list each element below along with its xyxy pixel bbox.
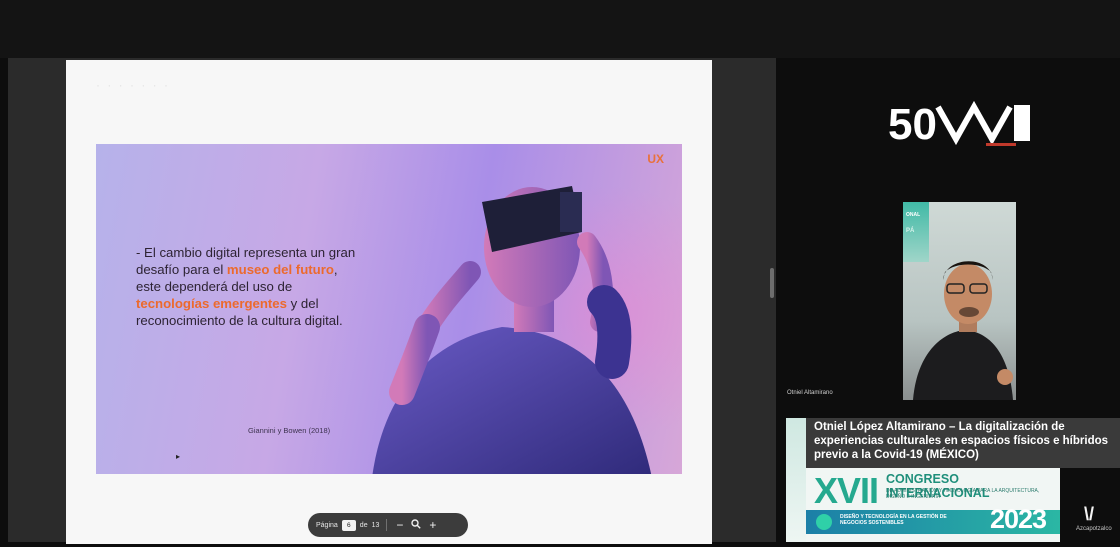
azc-text: Azcapotzalco bbox=[1076, 526, 1112, 532]
top-bar bbox=[0, 0, 1120, 58]
screen: · · · · · · · UX - El cambio digital rep… bbox=[0, 0, 1120, 547]
page-total: 13 bbox=[371, 521, 380, 529]
highlight-tecnologias: tecnologías emergentes bbox=[136, 296, 287, 311]
zoom-icon[interactable] bbox=[409, 519, 423, 531]
page-of-label: de bbox=[359, 521, 368, 529]
zoom-out-button[interactable]: − bbox=[394, 519, 405, 531]
congreso-subtitle: DE ADMINISTRACIÓN Y TECNOLOGÍA PARA LA A… bbox=[886, 488, 1040, 500]
highlight-museo: museo del futuro bbox=[226, 262, 334, 277]
citation: Giannini y Bowen (2018) bbox=[248, 426, 331, 435]
congreso-banner: XVII CONGRESO INTERNACIONAL DE ADMINISTR… bbox=[806, 468, 1060, 542]
azc-mark: \/ bbox=[1084, 504, 1095, 524]
participant-video[interactable]: ONAL PÁ bbox=[903, 202, 1016, 400]
search-icon bbox=[411, 519, 422, 529]
logo-50-text: 50 bbox=[888, 100, 937, 149]
mouse-cursor-icon: ▸ bbox=[176, 452, 181, 461]
congreso-year: 2023 bbox=[990, 504, 1047, 534]
congreso-roman-number: XVII bbox=[814, 470, 879, 511]
congreso-circle-icon bbox=[816, 514, 832, 530]
slide-body-text: - El cambio digital representa un gran d… bbox=[136, 244, 364, 329]
zoom-in-button[interactable]: + bbox=[427, 519, 438, 531]
vr-person-image bbox=[372, 186, 652, 474]
slide-page: · · · · · · · UX - El cambio digital rep… bbox=[66, 60, 712, 544]
presentation-title: Otniel López Altamirano – La digitalizac… bbox=[814, 421, 1109, 461]
resize-handle[interactable] bbox=[770, 268, 774, 298]
congreso-strip-text: DISEÑO Y TECNOLOGÍA EN LA GESTIÓN DE NEG… bbox=[840, 514, 947, 526]
pdf-toolbar: Página 6 de 13 − + bbox=[308, 513, 468, 537]
participant-name: Otniel Altamirano bbox=[787, 390, 833, 396]
page-number-input[interactable]: 6 bbox=[341, 519, 356, 531]
event-50-logo: 50 bbox=[888, 100, 1030, 149]
slide-content-panel: UX - El cambio digital representa un gra… bbox=[96, 144, 682, 474]
slide-header: · · · · · · · bbox=[96, 78, 170, 92]
toolbar-divider bbox=[386, 519, 388, 531]
page-label: Página bbox=[316, 521, 338, 529]
speaker-figure bbox=[913, 261, 1013, 400]
azcapotzalco-logo: \/ Azcapotzalco bbox=[1076, 504, 1120, 540]
lower-third-accent bbox=[786, 418, 806, 542]
